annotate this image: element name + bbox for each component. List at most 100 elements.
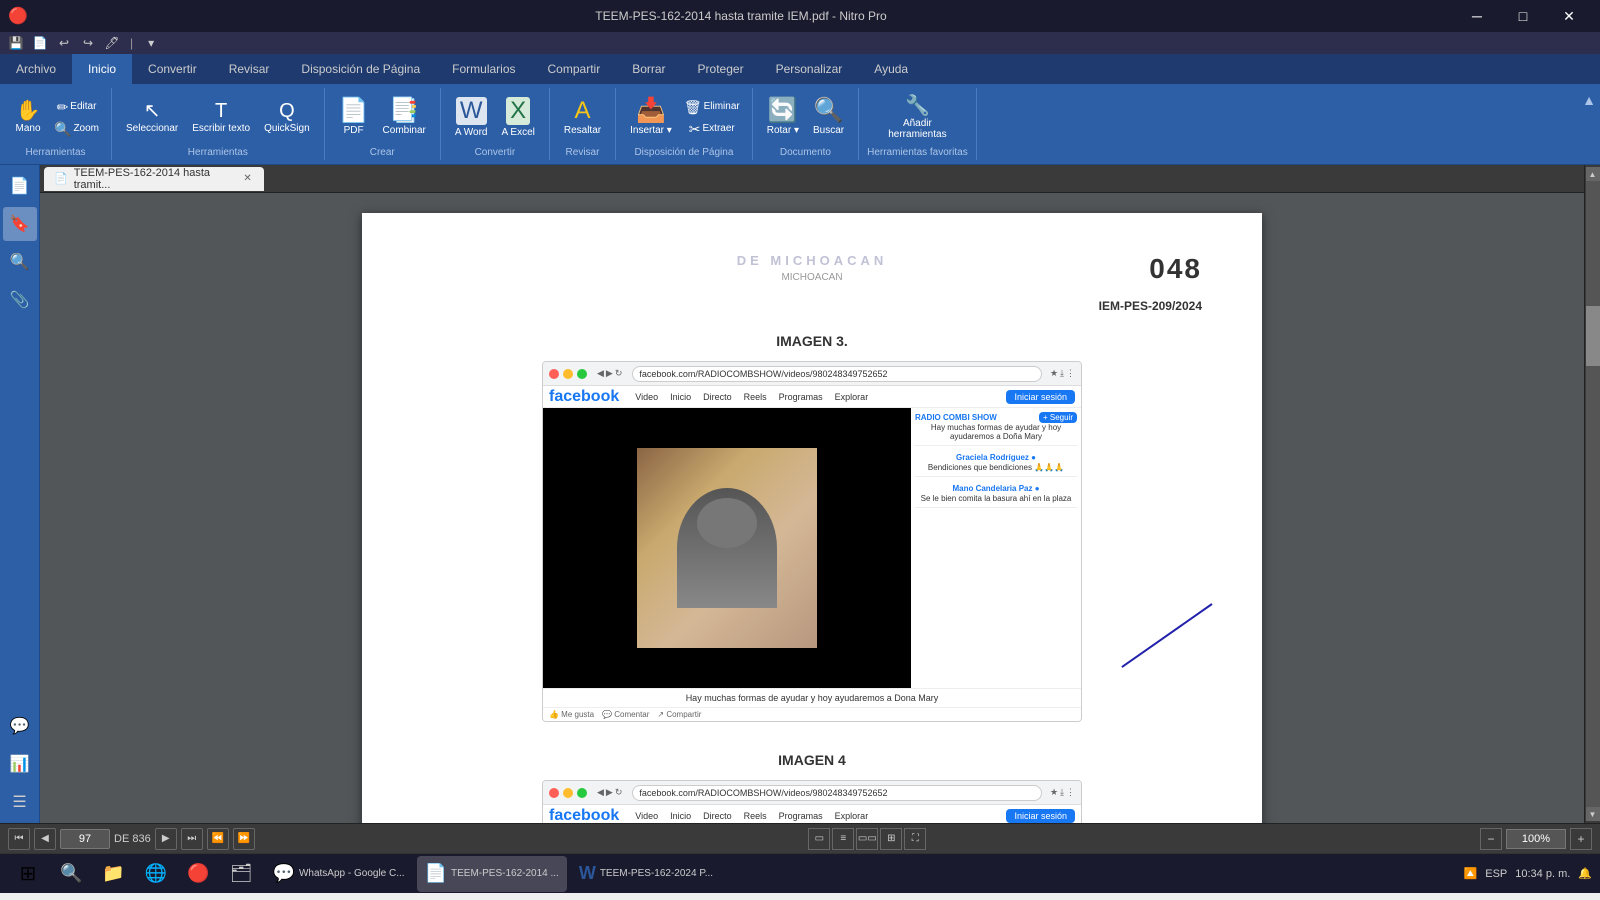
insertar-button[interactable]: 📥 Insertar ▾ [624, 95, 678, 140]
facebook-screenshot-1: ◀▶↻ facebook.com/RADIOCOMBSHOW/videos/98… [542, 361, 1082, 722]
start-button[interactable]: ⊞ [8, 856, 48, 892]
save-quick-btn[interactable]: 💾 [6, 33, 26, 53]
combinar-button[interactable]: 📑 Combinar [377, 95, 432, 140]
folder-icon: 📁 [102, 863, 124, 884]
sidebar-comment-btn[interactable]: 💬 [3, 709, 37, 743]
continuous-btn[interactable]: ≡ [832, 828, 854, 850]
michoacan-text: MICHOACAN [422, 272, 1202, 283]
taskbar-word[interactable]: W TEEM-PES-162-2024 P... [571, 856, 721, 892]
taskbar-files[interactable]: 🗂 [222, 856, 261, 892]
taskbar-edge[interactable]: 🌐 [137, 856, 175, 892]
fb-comment-user-1: RADIO COMBI SHOW [915, 413, 997, 422]
tab-compartir[interactable]: Compartir [532, 54, 617, 84]
fb-comment-btn: 💬 Comentar [602, 710, 649, 719]
zoom-button[interactable]: 🔍 Zoom [50, 119, 103, 139]
prev-page-btn[interactable]: ◀ [34, 828, 56, 850]
sidebar-search-btn[interactable]: 🔍 [3, 245, 37, 279]
audio-next-btn[interactable]: ⏩ [233, 828, 255, 850]
customize-toolbar-btn[interactable]: ▾ [141, 33, 161, 53]
pdf-tab-close-btn[interactable]: ✕ [241, 172, 254, 186]
sidebar-bookmarks-btn[interactable]: 🔖 [3, 207, 37, 241]
tab-borrar[interactable]: Borrar [616, 54, 681, 84]
page-number-input[interactable] [60, 829, 110, 849]
audio-prev-btn[interactable]: ⏪ [207, 828, 229, 850]
tab-ayuda[interactable]: Ayuda [858, 54, 924, 84]
restore-button[interactable]: □ [1500, 0, 1546, 32]
pdf-content[interactable]: DE MICHOACAN MICHOACAN 048 IEM-PES-209/2… [40, 193, 1584, 823]
zoom-level-input[interactable] [1506, 829, 1566, 849]
next-page-btn[interactable]: ▶ [155, 828, 177, 850]
taskbar-youtube[interactable]: 🔴 [179, 856, 217, 892]
anadir-herramientas-button[interactable]: 🔧 Añadirherramientas [882, 92, 952, 144]
escribir-button[interactable]: T Escribir texto [186, 97, 256, 138]
taskbar-search[interactable]: 🔍 [52, 856, 90, 892]
tab-revisar[interactable]: Revisar [213, 54, 286, 84]
scroll-up-btn[interactable]: ▲ [1586, 167, 1600, 181]
group-label-documento: Documento [780, 147, 831, 158]
minimize-button[interactable]: ─ [1454, 0, 1500, 32]
imagen4-title: IMAGEN 4 [422, 752, 1202, 768]
scroll-down-btn[interactable]: ▼ [1586, 807, 1600, 821]
tab-disposicion[interactable]: Disposición de Página [285, 54, 436, 84]
title-bar-controls: ─ □ ✕ [1454, 0, 1592, 32]
ribbon-collapse-btn[interactable]: ▲ [1582, 92, 1596, 108]
single-page-btn[interactable]: ▭ [808, 828, 830, 850]
zoom-out-btn[interactable]: − [1480, 828, 1502, 850]
excel-button[interactable]: X A Excel [496, 93, 541, 142]
undo-quick-btn[interactable]: ↩ [54, 33, 74, 53]
editar-button[interactable]: ✏ Editar [50, 97, 103, 117]
mano-button[interactable]: ✋ Mano [8, 97, 48, 138]
close-button[interactable]: ✕ [1546, 0, 1592, 32]
sidebar-chart-btn[interactable]: 📊 [3, 747, 37, 781]
fullscreen-btn[interactable]: ⛶ [904, 828, 926, 850]
sidebar-pages-btn[interactable]: 📄 [3, 169, 37, 203]
taskbar-nitro-pdf[interactable]: 📄 TEEM-PES-162-2014 ... [417, 856, 567, 892]
edit-quick-btn[interactable]: 🖊 [102, 33, 122, 53]
word-button[interactable]: W A Word [449, 93, 494, 142]
taskbar-file-explorer[interactable]: 📁 [94, 856, 132, 892]
eliminar-button[interactable]: 🗑 Eliminar [680, 97, 744, 117]
tab-inicio[interactable]: Inicio [72, 54, 132, 84]
pdf-tab-label: TEEM-PES-162-2014 hasta tramit... [74, 167, 235, 191]
fb-signin-btn-1[interactable]: Iniciar sesión [1006, 390, 1075, 404]
tab-personalizar[interactable]: Personalizar [760, 54, 859, 84]
taskbar-whatsapp[interactable]: 💬 WhatsApp - Google C... [265, 856, 413, 892]
seleccionar-button[interactable]: ↖ Seleccionar [120, 97, 184, 138]
tab-archivo[interactable]: Archivo [0, 54, 72, 84]
pdf-tab-active[interactable]: 📄 TEEM-PES-162-2014 hasta tramit... ✕ [44, 167, 264, 191]
fb-min-btn [563, 369, 573, 379]
fb-signin-btn-2[interactable]: Iniciar sesión [1006, 809, 1075, 823]
fb-close-btn [549, 369, 559, 379]
imagen4-section: IMAGEN 4 ◀▶↻ [422, 752, 1202, 823]
tab-convertir[interactable]: Convertir [132, 54, 213, 84]
sidebar-list-btn[interactable]: ☰ [3, 785, 37, 819]
double-continuous-btn[interactable]: ⊞ [880, 828, 902, 850]
page-navigation: ⏮ ◀ DE 836 ▶ ⏭ ⏪ ⏩ [8, 828, 255, 850]
rotar-button[interactable]: 🔄 Rotar ▾ [761, 95, 805, 140]
quicksign-button[interactable]: Q QuickSign [258, 97, 316, 138]
pdf-button[interactable]: 📄 PDF [333, 95, 375, 140]
fb-nav-programas: Programas [775, 390, 827, 404]
title-bar-left: 🔴 [8, 6, 28, 26]
fb-nav-explorar: Explorar [831, 390, 873, 404]
new-quick-btn[interactable]: 📄 [30, 33, 50, 53]
fb-follow-btn-1[interactable]: + Seguir [1039, 412, 1077, 423]
fb-logo-1: facebook [549, 388, 619, 406]
scroll-track[interactable] [1586, 181, 1600, 807]
fb-comment-2: Graciela Rodríguez ● Bendiciones que ben… [915, 452, 1077, 477]
double-page-btn[interactable]: ▭▭ [856, 828, 878, 850]
resaltar-button[interactable]: A Resaltar [558, 95, 607, 140]
taskbar: ⊞ 🔍 📁 🌐 🔴 🗂 💬 WhatsApp - Google C... 📄 T… [0, 853, 1600, 893]
last-page-btn[interactable]: ⏭ [181, 828, 203, 850]
sidebar-attachments-btn[interactable]: 📎 [3, 283, 37, 317]
redo-quick-btn[interactable]: ↪ [78, 33, 98, 53]
extraer-button[interactable]: ✂ Extraer [680, 119, 744, 139]
tab-formularios[interactable]: Formularios [436, 54, 531, 84]
windows-icon: ⊞ [20, 861, 37, 886]
first-page-btn[interactable]: ⏮ [8, 828, 30, 850]
fb-comment-text-1: Hay muchas formas de ayudar y hoy ayudar… [915, 423, 1077, 441]
buscar-button[interactable]: 🔍 Buscar [807, 95, 850, 140]
tab-proteger[interactable]: Proteger [682, 54, 760, 84]
pdf-tab-icon: 📄 [54, 172, 68, 185]
zoom-in-btn[interactable]: + [1570, 828, 1592, 850]
